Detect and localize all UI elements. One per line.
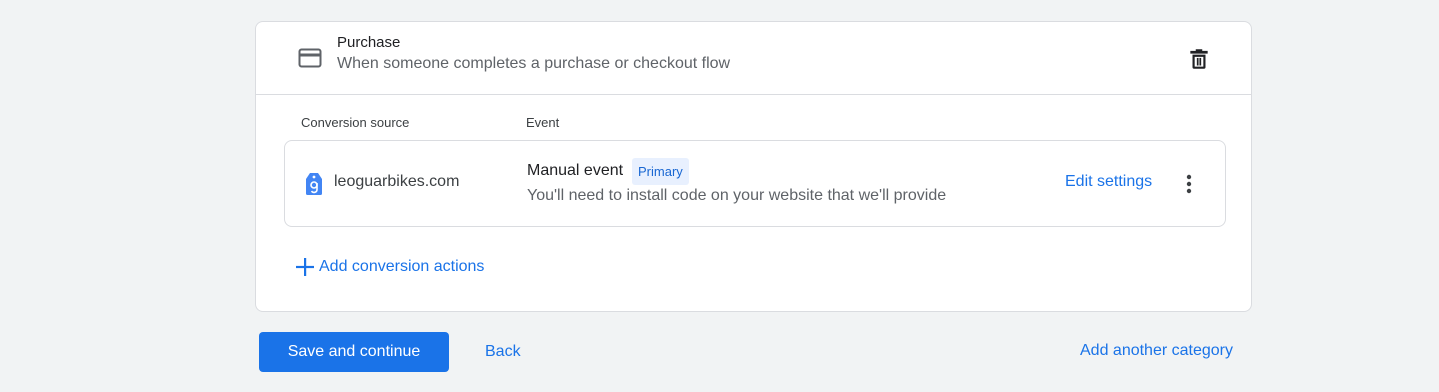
goal-subtitle: When someone completes a purchase or che… — [337, 55, 731, 72]
add-another-category-button[interactable]: Add another category — [1080, 342, 1233, 360]
edit-settings-link[interactable]: Edit settings — [1065, 173, 1152, 191]
column-header-event: Event — [526, 115, 560, 130]
back-button[interactable]: Back — [485, 343, 521, 361]
event-description: You'll need to install code on your webs… — [527, 187, 947, 204]
google-tag-icon — [305, 172, 323, 196]
goal-card-header: Purchase When someone completes a purcha… — [256, 22, 1251, 95]
conversion-source: leoguarbikes.com — [334, 173, 460, 190]
more-vert-icon[interactable] — [1182, 172, 1196, 196]
conversion-row: leoguarbikes.com Manual event Primary Yo… — [284, 140, 1226, 227]
primary-badge: Primary — [632, 158, 689, 185]
column-header-source: Conversion source — [301, 115, 410, 130]
credit-card-icon — [298, 48, 322, 68]
trash-icon[interactable] — [1186, 46, 1212, 72]
save-and-continue-button[interactable]: Save and continue — [259, 332, 449, 372]
plus-icon — [294, 256, 316, 278]
add-conversion-actions-label: Add conversion actions — [319, 258, 485, 275]
event-name: Manual event — [527, 162, 624, 179]
goal-title: Purchase — [337, 34, 401, 51]
add-conversion-actions-button[interactable]: Add conversion actions — [294, 255, 484, 279]
goal-card: Purchase When someone completes a purcha… — [255, 21, 1252, 312]
